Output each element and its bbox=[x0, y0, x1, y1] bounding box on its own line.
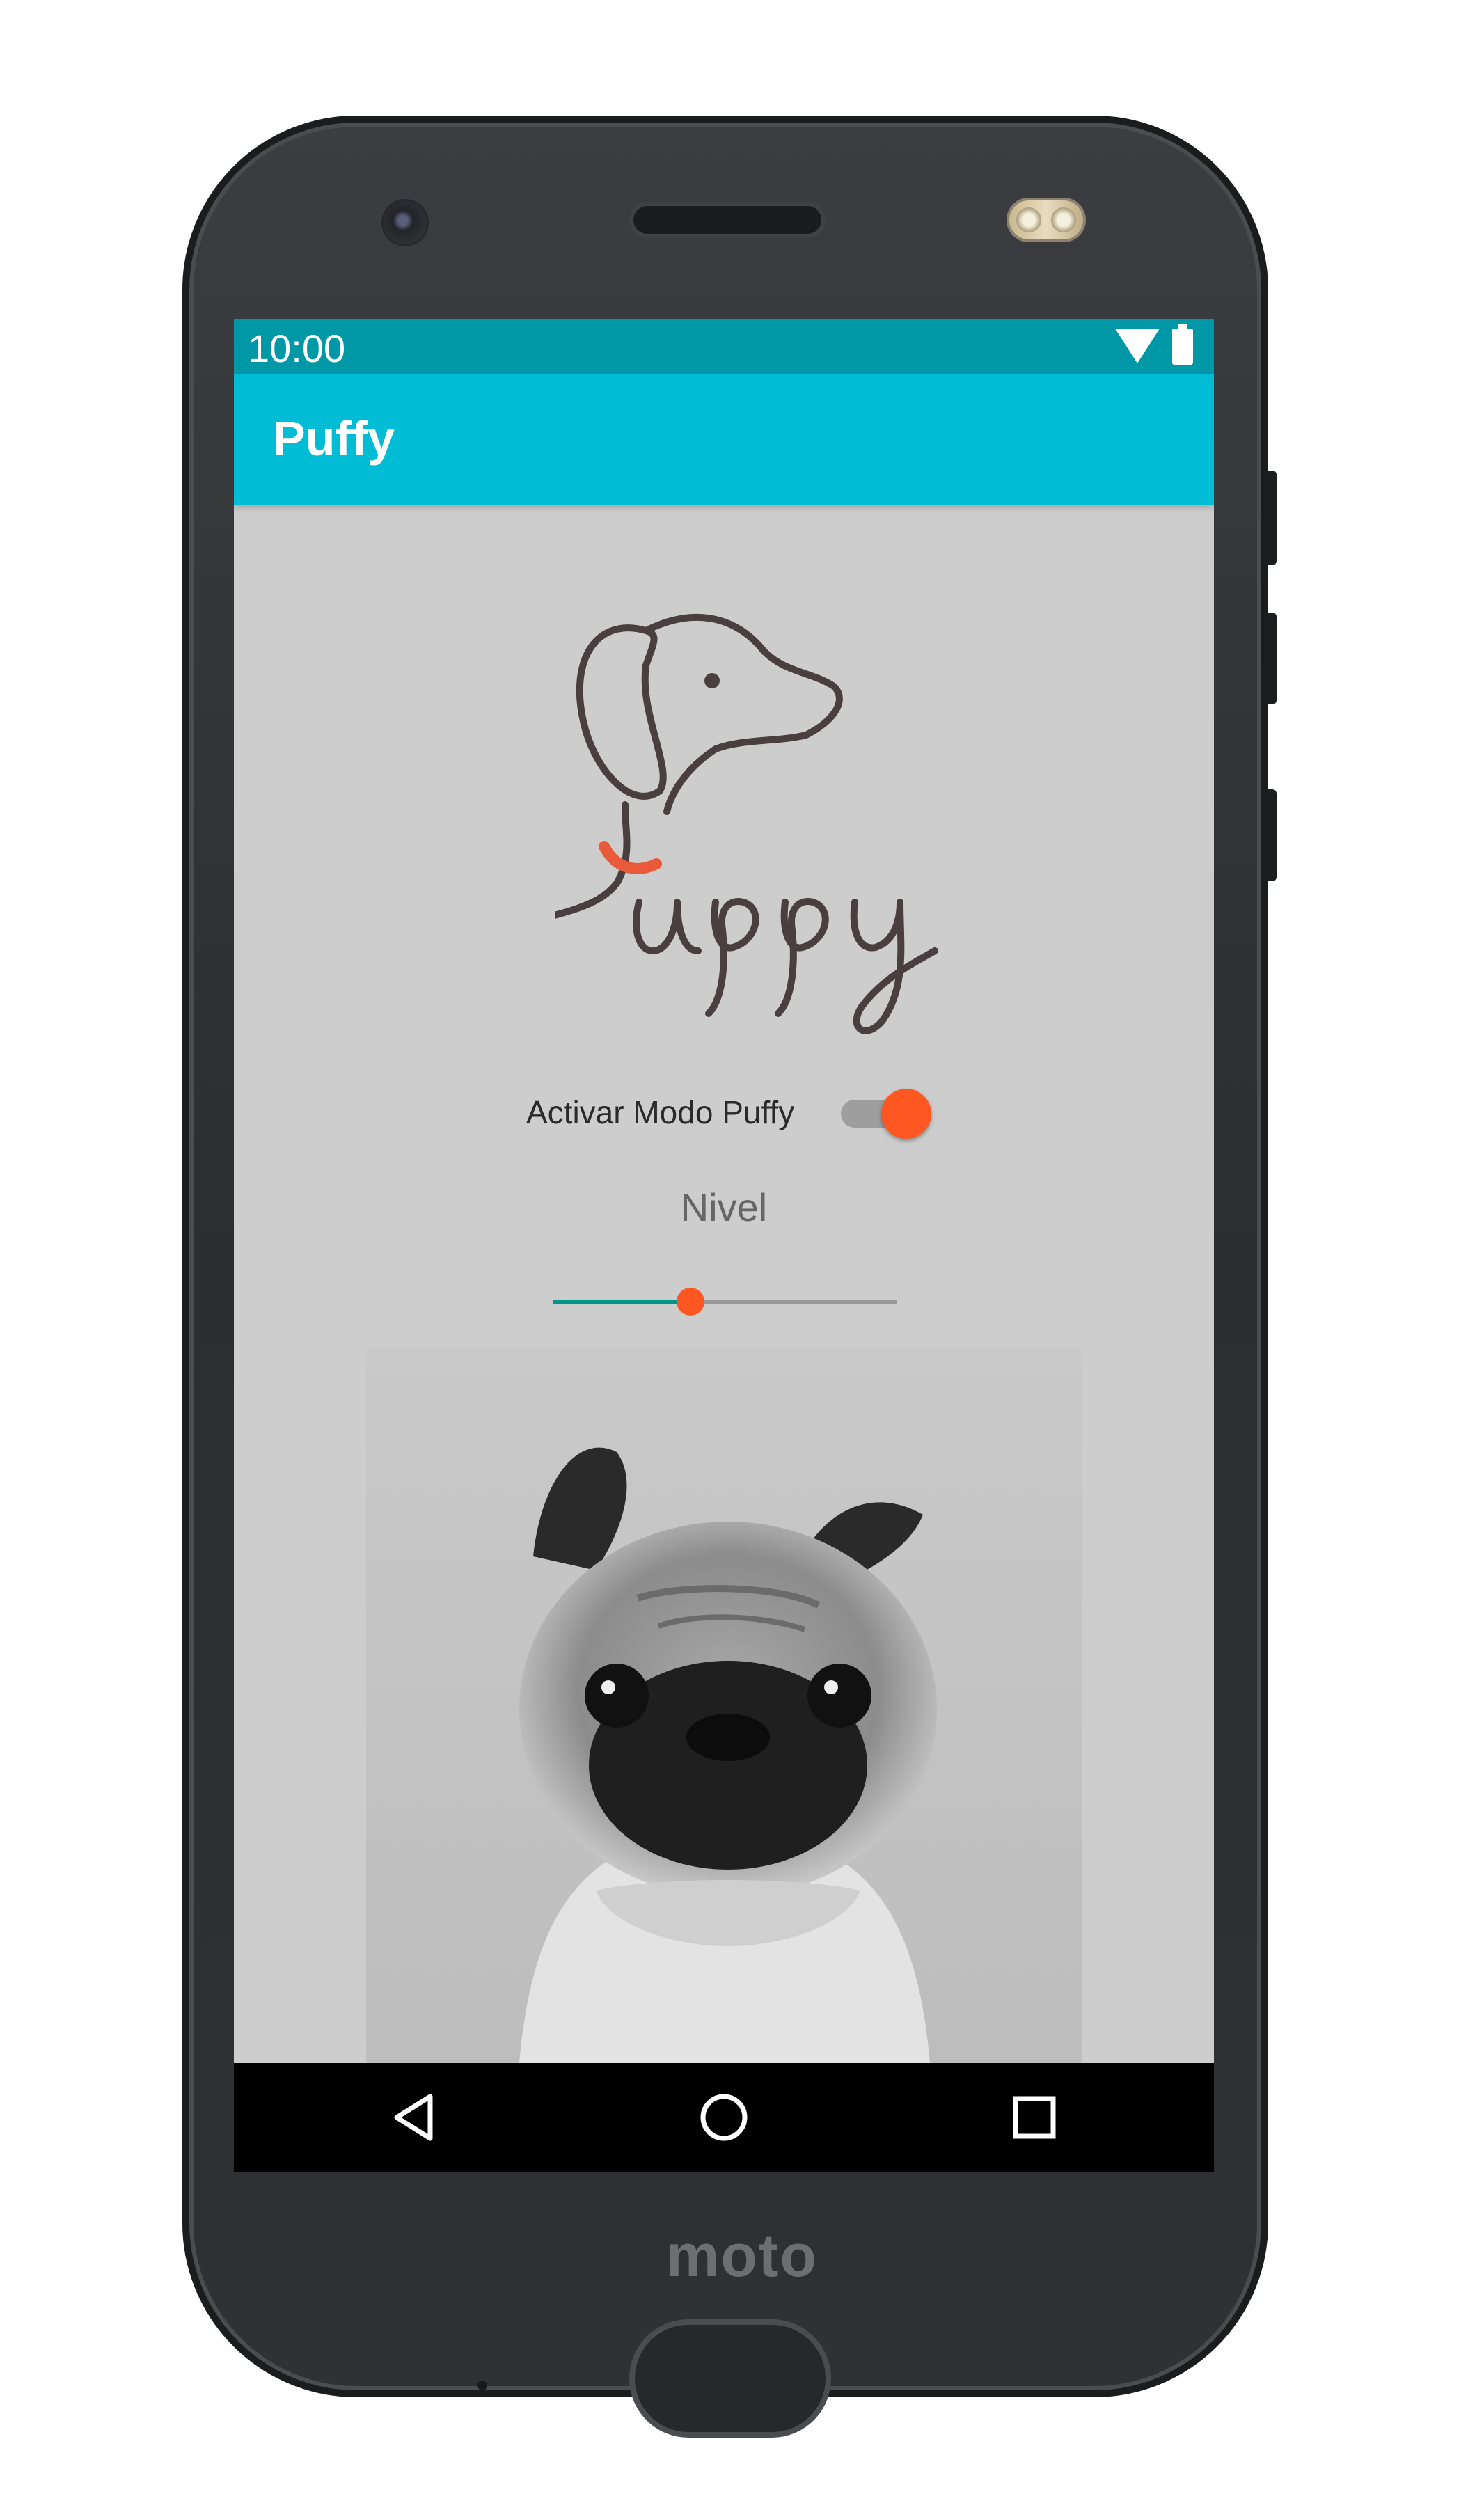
level-slider-fill bbox=[553, 1300, 690, 1304]
app-bar: Puffy bbox=[234, 374, 1214, 505]
navigation-bar bbox=[234, 2063, 1214, 2172]
home-circle-icon[interactable] bbox=[696, 2090, 752, 2145]
volume-up-button bbox=[1264, 613, 1277, 704]
power-button bbox=[1264, 471, 1277, 565]
status-time: 10:00 bbox=[248, 326, 346, 370]
front-camera bbox=[381, 199, 429, 246]
microphone-hole bbox=[477, 2381, 487, 2390]
phone-screen: 10:00 Puffy Activar Modo Puffy Nivel bbox=[234, 319, 1214, 2063]
pug-photo bbox=[366, 1348, 1082, 2063]
back-triangle-icon[interactable] bbox=[387, 2090, 443, 2145]
fingerprint-home-key bbox=[629, 2319, 831, 2438]
volume-down-button bbox=[1264, 789, 1277, 881]
puffy-mode-label: Activar Modo Puffy bbox=[526, 1094, 795, 1130]
device-brand-logo: moto bbox=[665, 2223, 819, 2289]
level-slider[interactable] bbox=[553, 1281, 897, 1323]
front-flash bbox=[1007, 198, 1086, 242]
puppy-logo-image bbox=[555, 614, 938, 1034]
battery-icon bbox=[1172, 324, 1193, 365]
pug-illustration bbox=[519, 1447, 937, 2063]
status-bar: 10:00 bbox=[234, 319, 1214, 374]
earpiece-speaker bbox=[629, 202, 826, 238]
puffy-mode-switch[interactable] bbox=[881, 1089, 931, 1139]
puffy-mode-toggle-row: Activar Modo Puffy bbox=[526, 1076, 944, 1146]
level-slider-thumb[interactable] bbox=[676, 1288, 704, 1316]
level-label: Nivel bbox=[680, 1185, 768, 1229]
recents-square-icon[interactable] bbox=[1007, 2090, 1062, 2145]
app-title: Puffy bbox=[273, 411, 395, 466]
wifi-icon bbox=[1115, 329, 1160, 363]
